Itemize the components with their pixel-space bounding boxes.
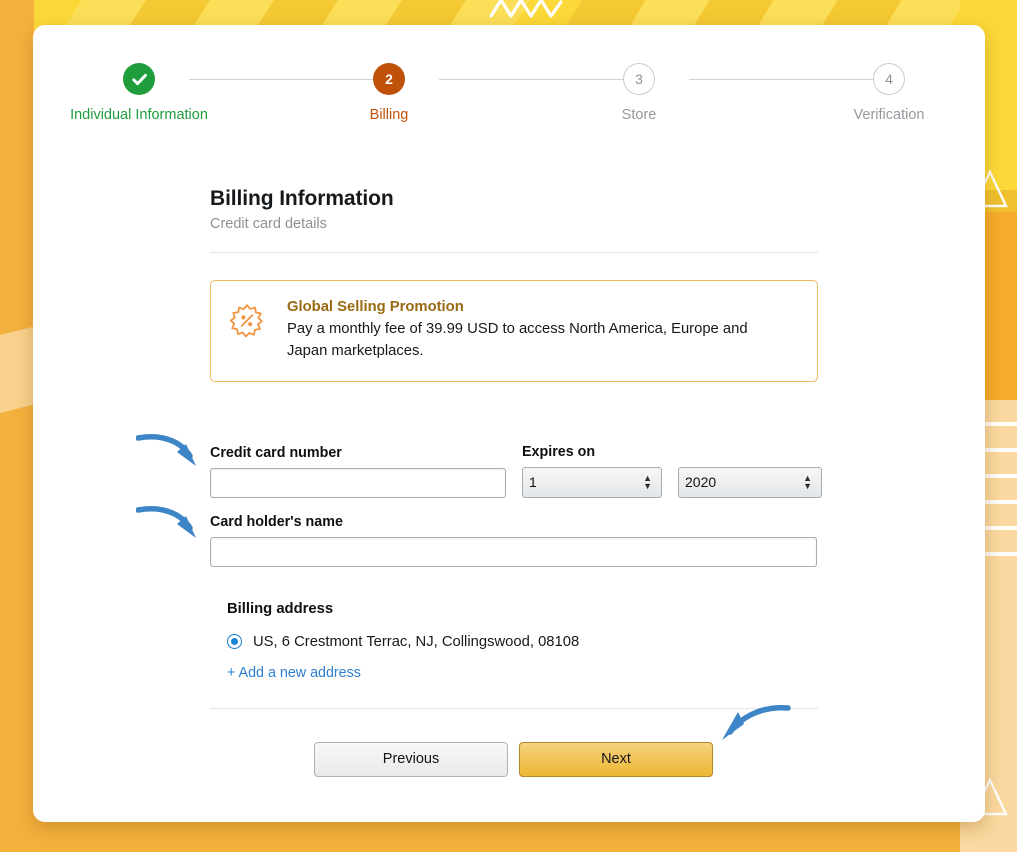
- expiry-year-select[interactable]: 2020: [678, 466, 822, 498]
- stepper-bubble-pending: 3: [623, 63, 655, 95]
- page-background: Individual Information 2 Billing 3 Store…: [0, 0, 1017, 852]
- card-fields: Credit card number Expires on 1 ▲ ▼ 2020…: [210, 444, 822, 567]
- card-holder-label: Card holder's name: [210, 513, 343, 530]
- expires-on-label: Expires on: [522, 443, 596, 460]
- promotion-title: Global Selling Promotion: [287, 299, 464, 315]
- promotion-text: Pay a monthly fee of 39.99 USD to access…: [287, 321, 748, 360]
- stepper-label: Verification: [853, 107, 925, 123]
- decorative-wave-icon: [489, 0, 563, 18]
- discount-badge-icon: [229, 303, 265, 344]
- card-number-label: Credit card number: [210, 444, 342, 461]
- stepper-bubble-completed: [123, 63, 155, 95]
- card-holder-row: Card holder's name: [210, 514, 818, 567]
- stepper-step-individual-information[interactable]: Individual Information: [39, 63, 239, 123]
- stepper-label: Individual Information: [70, 107, 208, 123]
- expiry-month-select[interactable]: 1: [522, 466, 662, 498]
- stepper-step-billing[interactable]: 2 Billing: [289, 63, 489, 123]
- page-title: Billing Information: [210, 187, 394, 210]
- signup-card: Individual Information 2 Billing 3 Store…: [33, 25, 985, 822]
- divider: [210, 707, 818, 709]
- billing-address-section: Billing address US, 6 Crestmont Terrac, …: [210, 601, 818, 681]
- page-subtitle: Credit card details: [210, 216, 327, 232]
- stepper-connector: [189, 79, 384, 80]
- progress-stepper: Individual Information 2 Billing 3 Store…: [33, 63, 985, 173]
- expires-group: Expires on 1 ▲ ▼: [522, 444, 662, 498]
- card-holder-name-input[interactable]: [210, 536, 817, 567]
- card-number-group: Credit card number: [210, 445, 506, 498]
- stepper-step-store[interactable]: 3 Store: [539, 63, 739, 123]
- next-button[interactable]: Next: [519, 741, 713, 777]
- promotion-banner: Global Selling Promotion Pay a monthly f…: [210, 280, 818, 382]
- stepper-bubble-pending: 4: [873, 63, 905, 95]
- divider: [210, 252, 818, 253]
- stepper-label: Billing: [369, 107, 409, 123]
- expires-year-group: 2020 ▲ ▼: [678, 466, 822, 498]
- form-actions: Previous Next: [210, 741, 818, 777]
- expiry-year-wrapper: 2020 ▲ ▼: [678, 466, 822, 498]
- stepper-connector: [689, 79, 884, 80]
- credit-card-number-input[interactable]: [210, 467, 506, 498]
- billing-address-radio[interactable]: [227, 634, 242, 650]
- billing-address-text: US, 6 Crestmont Terrac, NJ, Collingswood…: [253, 633, 580, 650]
- billing-form: Billing Information Credit card details …: [210, 187, 822, 777]
- stepper-connector: [439, 79, 634, 80]
- stepper-bubble-current: 2: [373, 63, 405, 95]
- expiry-month-wrapper: 1 ▲ ▼: [522, 466, 662, 498]
- add-new-address-link[interactable]: + Add a new address: [227, 665, 818, 681]
- decorative-left-column: [0, 0, 50, 852]
- card-number-row: Credit card number Expires on 1 ▲ ▼ 2020…: [210, 444, 822, 498]
- stepper-step-verification[interactable]: 4 Verification: [789, 63, 989, 123]
- billing-address-option[interactable]: US, 6 Crestmont Terrac, NJ, Collingswood…: [227, 634, 818, 650]
- check-icon: [131, 73, 147, 85]
- stepper-label: Store: [621, 107, 657, 123]
- previous-button[interactable]: Previous: [314, 741, 508, 777]
- billing-address-heading: Billing address: [227, 600, 334, 617]
